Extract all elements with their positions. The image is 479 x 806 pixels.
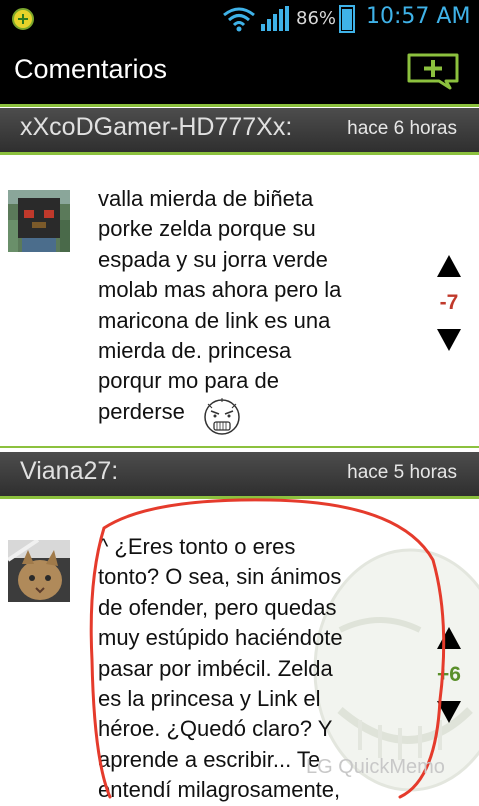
comment-username[interactable]: Viana27: [20, 457, 118, 486]
comment-score: +6 [437, 663, 461, 686]
comment-header: Viana27: hace 5 horas [0, 452, 479, 499]
downvote-icon[interactable] [437, 329, 461, 351]
add-comment-icon[interactable] [406, 52, 460, 90]
page-title: Comentarios [14, 54, 168, 84]
comment-header: xXcoDGamer-HD777Xx: hace 6 horas [0, 108, 479, 155]
upvote-icon[interactable] [437, 255, 461, 277]
upvote-icon[interactable] [437, 627, 461, 649]
comment-timestamp: hace 5 horas [347, 462, 457, 483]
avatar[interactable] [6, 538, 70, 602]
divider [0, 104, 479, 107]
clock: 10:57 AM [366, 4, 471, 29]
vote-control: -7 [432, 255, 466, 351]
watermark: LG QuickMemo [306, 756, 445, 778]
comment-username[interactable]: xXcoDGamer-HD777Xx: [20, 113, 292, 142]
comment-score: -7 [439, 291, 459, 314]
battery-percent: 86% [296, 8, 337, 29]
battery-icon [339, 5, 355, 33]
signal-icon [261, 6, 289, 31]
rage-face-icon [204, 398, 240, 435]
vote-control: +6 [432, 627, 466, 723]
action-bar: Comentarios [0, 38, 479, 104]
downvote-icon[interactable] [437, 701, 461, 723]
comment-text: valla mierda de biñeta porke zelda porqu… [98, 186, 342, 424]
wifi-icon [223, 7, 255, 32]
avatar[interactable] [8, 190, 70, 252]
comment-timestamp: hace 6 horas [347, 118, 457, 139]
notification-icon [12, 8, 34, 30]
divider [0, 446, 479, 448]
status-bar: 86% 10:57 AM [0, 0, 479, 38]
